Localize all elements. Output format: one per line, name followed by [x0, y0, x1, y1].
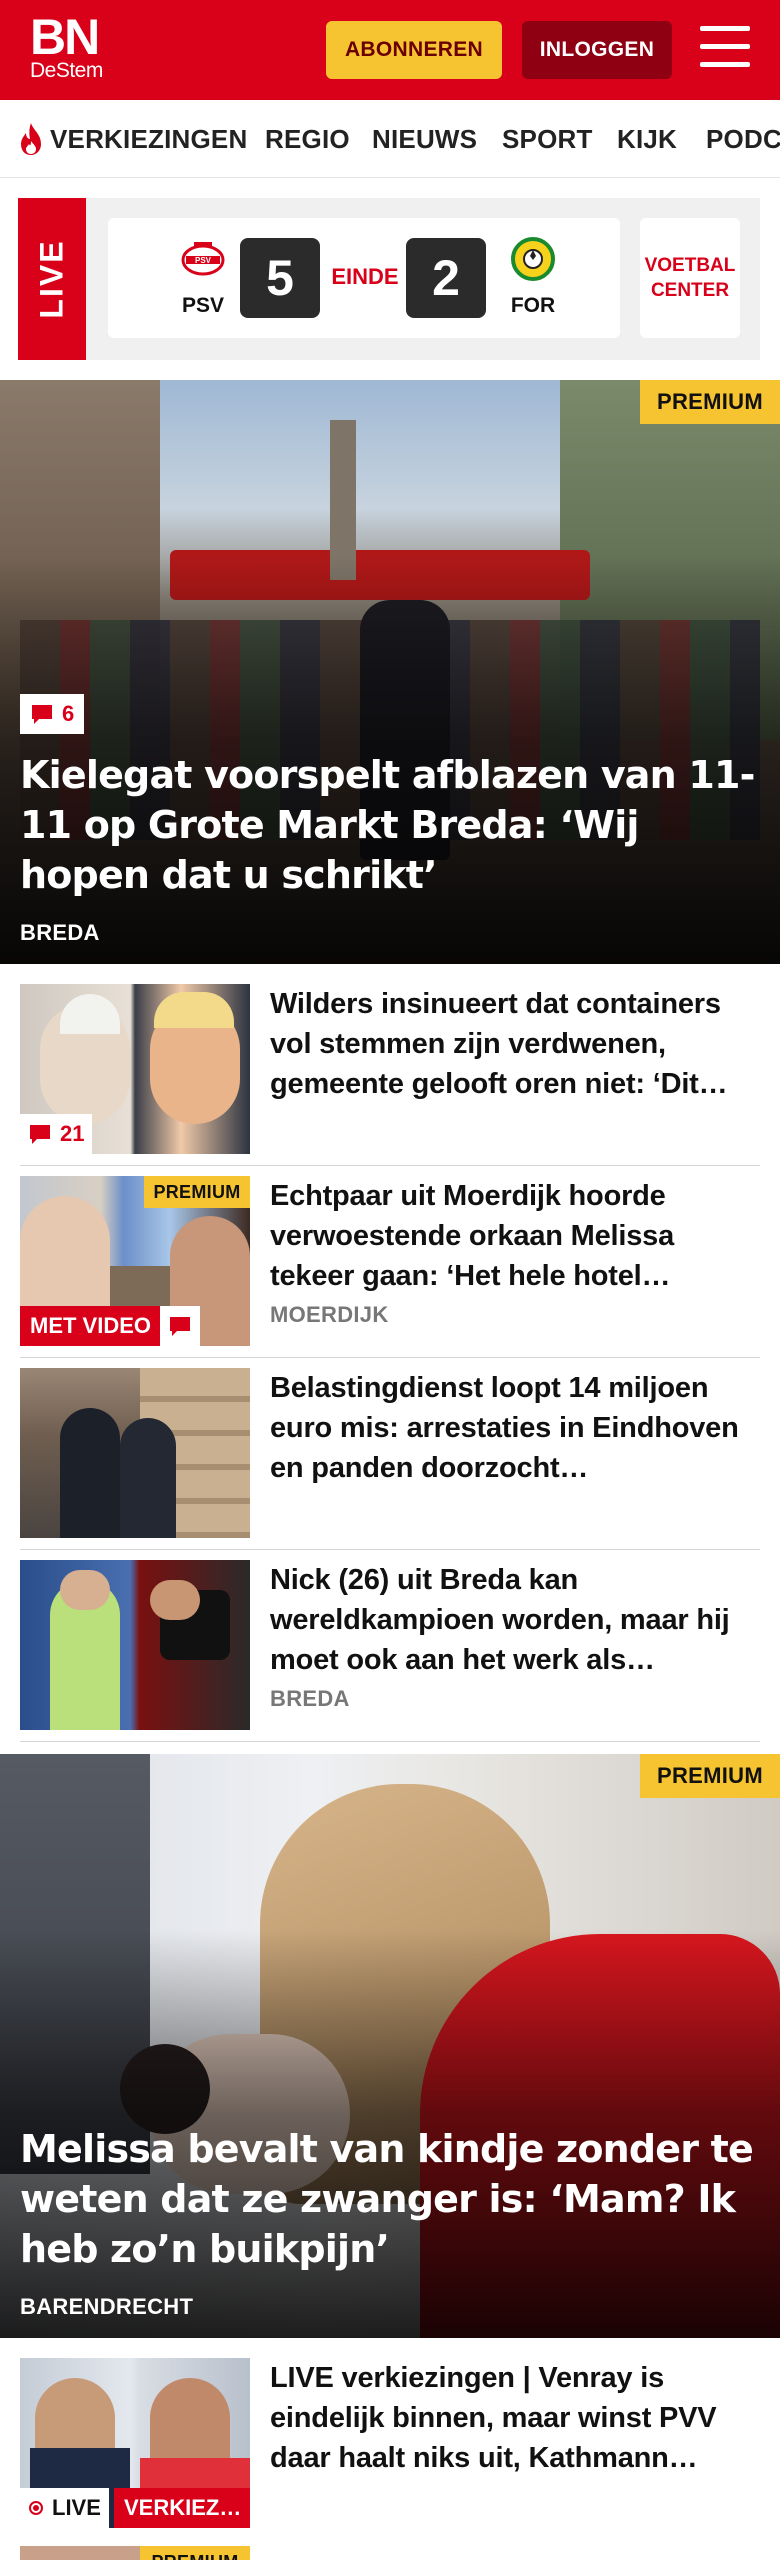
away-team: FOR [498, 236, 568, 318]
fortuna-badge-icon [511, 237, 555, 281]
logo-main: BN [30, 9, 100, 65]
list-item[interactable]: LIVE VERKIEZ… LIVE verkiezingen | Venray… [20, 2358, 760, 2528]
nav-item-verkiezingen[interactable]: VERKIEZINGEN [16, 100, 248, 177]
comment-count[interactable]: 21 [20, 1114, 93, 1154]
article-title[interactable]: Wilders insinueert dat containers vol st… [270, 984, 760, 1104]
nav-item-sport[interactable]: SPORT [502, 100, 593, 177]
hero-article-melissa[interactable]: PREMIUM Melissa bevalt van kindje zonder… [0, 1754, 780, 2338]
menu-icon[interactable] [700, 26, 752, 72]
login-button[interactable]: INLOGGEN [522, 21, 672, 79]
logo-sub: DeStem [30, 59, 103, 82]
hero-category: BREDA [20, 920, 100, 945]
premium-badge: PREMIUM [140, 2546, 250, 2560]
article-thumbnail: PREMIUM [20, 2546, 250, 2560]
hero-category: BARENDRECHT [20, 2294, 194, 2319]
away-team-name: FOR [510, 294, 556, 317]
hero-title[interactable]: Kielegat voorspelt afblazen van 11-11 op… [20, 750, 760, 900]
video-badge: MET VIDEO [20, 1306, 162, 1346]
nav-label: VERKIEZINGEN [50, 123, 248, 154]
comment-icon [32, 705, 52, 724]
home-score: 5 [240, 238, 320, 318]
article-thumbnail: PREMIUM MET VIDEO [20, 1176, 250, 1346]
nav-item-regio[interactable]: REGIO [265, 100, 350, 177]
svg-text:PSV: PSV [195, 256, 212, 265]
live-badge: LIVE [20, 2488, 109, 2528]
article-title[interactable]: LIVE verkiezingen | Venray is eindelijk … [270, 2358, 760, 2478]
subscribe-button[interactable]: ABONNEREN [326, 21, 502, 79]
list-item[interactable]: PREMIUM [20, 2546, 760, 2560]
live-dot-icon [29, 2501, 43, 2515]
away-score: 2 [406, 238, 486, 318]
premium-badge: PREMIUM [640, 380, 780, 424]
article-title[interactable]: Nick (26) uit Breda kan wereldkampioen w… [270, 1560, 760, 1680]
nav-item-podcast[interactable]: PODC [706, 100, 780, 177]
article-thumbnail [20, 1560, 250, 1730]
site-logo[interactable]: BN DeStem [30, 9, 103, 82]
psv-badge-icon: PSV [181, 242, 225, 276]
article-category: MOERDIJK [270, 1302, 389, 1327]
article-thumbnail: 21 [20, 984, 250, 1154]
voetbal-center-link[interactable]: VOETBAL CENTER [640, 218, 740, 338]
article-thumbnail [20, 1368, 250, 1538]
list-item[interactable]: Belastingdienst loopt 14 miljoen euro mi… [20, 1368, 760, 1550]
match-status: EINDE [331, 264, 399, 289]
section-nav: VERKIEZINGEN REGIO NIEUWS SPORT KIJK POD… [0, 100, 780, 178]
list-item[interactable]: Nick (26) uit Breda kan wereldkampioen w… [20, 1560, 760, 1742]
flame-icon [21, 123, 41, 155]
list-item[interactable]: PREMIUM MET VIDEO Echtpaar uit Moerdijk … [20, 1176, 760, 1358]
premium-badge: PREMIUM [640, 1754, 780, 1798]
hero-title[interactable]: Melissa bevalt van kindje zonder te wete… [20, 2124, 760, 2274]
comment-count[interactable]: 6 [20, 694, 85, 734]
premium-badge: PREMIUM [144, 1176, 250, 1208]
comment-count[interactable] [160, 1306, 200, 1346]
nav-item-nieuws[interactable]: NIEUWS [372, 100, 477, 177]
article-thumbnail: LIVE VERKIEZ… [20, 2358, 250, 2528]
comment-icon [170, 1317, 190, 1336]
article-category: BREDA [270, 1686, 350, 1711]
article-title[interactable]: Echtpaar uit Moerdijk hoorde verwoestend… [270, 1176, 760, 1296]
hero-article-kielegat[interactable]: PREMIUM 6 Kielegat voorspelt afblazen va… [0, 380, 780, 964]
site-header: BN DeStem ABONNEREN INLOGGEN [0, 0, 780, 100]
home-team-name: PSV [181, 294, 225, 317]
live-score-widget: LIVE PSV PSV 5 EINDE 2 FOR VOETBAL CENTER [18, 198, 760, 360]
topic-badge: VERKIEZ… [114, 2488, 250, 2528]
home-team: PSV PSV [168, 236, 238, 318]
match-card[interactable]: PSV PSV 5 EINDE 2 FOR [108, 218, 620, 338]
list-item[interactable]: 21 Wilders insinueert dat containers vol… [20, 984, 760, 1166]
live-label: LIVE [18, 198, 86, 360]
nav-item-kijk[interactable]: KIJK [617, 100, 677, 177]
article-title[interactable]: Belastingdienst loopt 14 miljoen euro mi… [270, 1368, 760, 1488]
comment-icon [30, 1125, 50, 1144]
